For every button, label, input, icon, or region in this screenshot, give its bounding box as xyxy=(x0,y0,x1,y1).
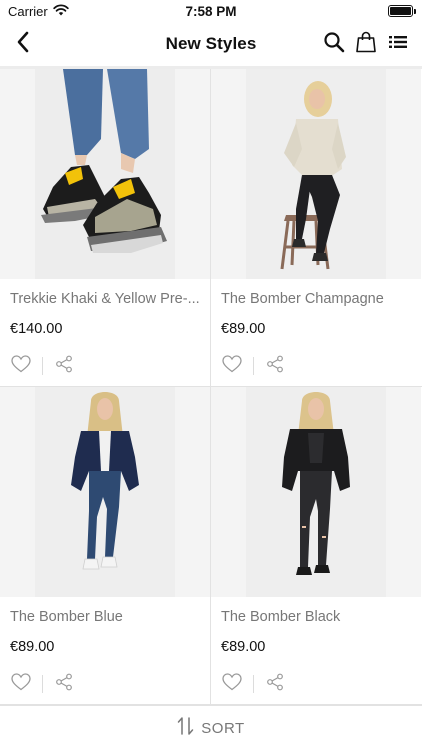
sort-button[interactable]: SORT xyxy=(0,705,422,750)
product-image[interactable] xyxy=(0,387,210,597)
sneakers-photo xyxy=(35,69,175,279)
wifi-icon xyxy=(53,3,69,19)
battery-icon xyxy=(388,5,416,17)
product-card[interactable]: The Bomber Black €89.00 xyxy=(211,387,422,705)
share-icon xyxy=(55,355,73,378)
product-price: €89.00 xyxy=(10,639,55,655)
share-button[interactable] xyxy=(264,355,286,377)
back-icon xyxy=(16,31,30,58)
list-view-button[interactable] xyxy=(386,32,410,56)
product-name[interactable]: The Bomber Black xyxy=(221,609,414,625)
favorite-button[interactable] xyxy=(221,354,243,378)
product-actions xyxy=(10,672,75,696)
product-name[interactable]: Trekkie Khaki & Yellow Pre-... xyxy=(10,291,202,307)
nav-actions xyxy=(322,31,410,58)
list-view-icon xyxy=(389,35,407,54)
favorite-button[interactable] xyxy=(10,354,32,378)
back-button[interactable] xyxy=(8,28,38,60)
heart-icon xyxy=(222,354,242,378)
carrier-label: Carrier xyxy=(8,3,48,19)
share-icon xyxy=(266,673,284,696)
share-icon xyxy=(266,355,284,378)
product-image[interactable] xyxy=(211,387,421,597)
model-black-bomber-photo xyxy=(246,387,386,597)
favorite-button[interactable] xyxy=(221,672,243,696)
product-actions xyxy=(221,672,286,696)
product-name[interactable]: The Bomber Blue xyxy=(10,609,202,625)
sort-label: SORT xyxy=(201,719,245,737)
favorite-button[interactable] xyxy=(10,672,32,696)
model-champagne-bomber-photo xyxy=(246,69,386,279)
product-card[interactable]: The Bomber Blue €89.00 xyxy=(0,387,211,705)
shopping-bag-icon xyxy=(356,31,376,58)
product-card[interactable]: The Bomber Champagne €89.00 xyxy=(211,69,422,387)
search-icon xyxy=(323,31,345,58)
product-image[interactable] xyxy=(211,69,421,279)
product-name[interactable]: The Bomber Champagne xyxy=(221,291,414,307)
sort-icon xyxy=(177,716,195,741)
product-price: €89.00 xyxy=(221,321,266,337)
heart-icon xyxy=(11,672,31,696)
product-image[interactable] xyxy=(0,69,210,279)
share-icon xyxy=(55,673,73,696)
product-card[interactable]: Trekkie Khaki & Yellow Pre-... €140.00 xyxy=(0,69,211,387)
action-divider xyxy=(253,675,254,693)
heart-icon xyxy=(222,672,242,696)
product-grid: Trekkie Khaki & Yellow Pre-... €140.00 T… xyxy=(0,69,422,705)
search-button[interactable] xyxy=(322,31,346,58)
action-divider xyxy=(253,357,254,375)
product-price: €140.00 xyxy=(10,321,63,337)
shopping-bag-button[interactable] xyxy=(354,31,378,58)
status-left: Carrier xyxy=(8,4,69,19)
share-button[interactable] xyxy=(264,673,286,695)
navigation-bar: New Styles xyxy=(0,22,422,66)
product-actions xyxy=(221,354,286,378)
heart-icon xyxy=(11,354,31,378)
model-blue-bomber-photo xyxy=(35,387,175,597)
product-price: €89.00 xyxy=(221,639,266,655)
product-actions xyxy=(10,354,75,378)
share-button[interactable] xyxy=(53,673,75,695)
action-divider xyxy=(42,357,43,375)
status-bar: Carrier 7:58 PM xyxy=(0,0,422,22)
share-button[interactable] xyxy=(53,355,75,377)
action-divider xyxy=(42,675,43,693)
